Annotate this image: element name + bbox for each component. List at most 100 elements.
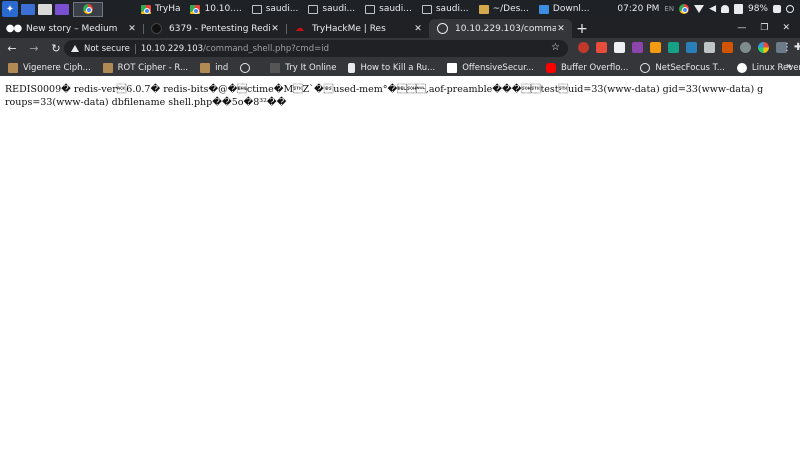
- taskbar-task[interactable]: saudi...: [248, 0, 305, 18]
- taskbar-task[interactable]: ~/Des...: [475, 0, 535, 18]
- download-icon: [538, 4, 549, 14]
- bookmark-item[interactable]: OffensiveSecur...: [447, 62, 534, 73]
- bookmarks-bar: Vigenere Ciph... ROT Cipher - R... ind T…: [0, 59, 800, 76]
- bookmark-icon: [200, 62, 211, 73]
- address-bar[interactable]: Not secure 10.10.229.103 /command_shell.…: [64, 40, 568, 57]
- bookmark-item[interactable]: Buffer Overflo...: [545, 62, 628, 73]
- taskbar-task[interactable]: 10.10....: [186, 0, 247, 18]
- bookmark-star-icon[interactable]: ☆: [551, 42, 560, 53]
- window-icon: [421, 4, 432, 14]
- extensions-area: ✚: [578, 42, 800, 53]
- taskbar-task[interactable]: saudi...: [361, 0, 418, 18]
- chrome-icon: [83, 4, 93, 14]
- window-icon: [308, 4, 319, 14]
- bookmark-item[interactable]: Vigenere Ciph...: [8, 62, 91, 73]
- extension-icon[interactable]: [722, 42, 733, 53]
- globe-icon: [640, 62, 651, 73]
- active-window-button[interactable]: [73, 1, 103, 17]
- youtube-icon: [545, 62, 556, 73]
- menu-icon[interactable]: ⋮: [782, 42, 792, 53]
- tryhackme-icon: ☁: [295, 23, 304, 34]
- taskbar-task[interactable]: saudi...: [418, 0, 475, 18]
- taskbar-task[interactable]: Downl...: [535, 0, 596, 18]
- medium-icon: ●●: [5, 23, 22, 34]
- taskbar-task[interactable]: TryHa: [137, 0, 186, 18]
- url-path: /command_shell.php?cmd=id: [203, 43, 329, 54]
- taskbar-task[interactable]: saudi...: [304, 0, 361, 18]
- bookmark-icon: [8, 62, 18, 73]
- power-icon[interactable]: [786, 5, 794, 13]
- globe-icon: [437, 23, 448, 34]
- chrome-icon: [190, 4, 201, 14]
- lock-icon[interactable]: [773, 5, 781, 13]
- minimize-icon[interactable]: —: [737, 23, 746, 33]
- tab-redis[interactable]: 6379 - Pentesting Redis ✕: [143, 19, 286, 38]
- keyboard-layout[interactable]: EN: [664, 5, 674, 13]
- tab-command-shell[interactable]: 10.10.229.103/command_shell ✕: [429, 19, 572, 38]
- desktop-icon[interactable]: [21, 3, 35, 15]
- volume-icon[interactable]: ◀: [709, 4, 716, 14]
- extension-icon[interactable]: [614, 42, 625, 53]
- extension-icon[interactable]: [686, 42, 697, 53]
- tab-label: New story – Medium: [26, 23, 118, 34]
- bookmark-item[interactable]: NetSecFocus T...: [640, 62, 725, 73]
- bookmark-item[interactable]: How to Kill a Ru...: [348, 62, 435, 73]
- page-content: REDIS0009� redis-ver6.0.7� redis-bits�@…: [0, 76, 800, 449]
- extension-icon[interactable]: [704, 42, 715, 53]
- taskbar-tasks: TryHa 10.10.... saudi... saudi... saudi.…: [137, 0, 595, 18]
- file-manager-icon[interactable]: [38, 3, 52, 15]
- bookmark-item[interactable]: [240, 62, 251, 73]
- clock[interactable]: 07:20 PM: [617, 4, 659, 14]
- security-indicator[interactable]: Not secure: [84, 44, 130, 54]
- bookmark-item[interactable]: ind: [200, 62, 228, 73]
- window-controls: — ❐ ✕: [737, 18, 800, 38]
- extension-icon[interactable]: [632, 42, 643, 53]
- reload-button[interactable]: ↻: [46, 39, 66, 59]
- extension-icon[interactable]: [578, 42, 589, 53]
- tab-tryhackme[interactable]: ☁ TryHackMe | Res ✕: [286, 19, 429, 38]
- bookmarks-overflow-button[interactable]: »: [786, 61, 792, 72]
- puzzle-icon[interactable]: ✚: [794, 42, 800, 53]
- extension-icon[interactable]: [668, 42, 679, 53]
- new-tab-button[interactable]: +: [572, 19, 592, 38]
- chrome-tray-icon[interactable]: [679, 4, 690, 14]
- bookmark-icon: [102, 62, 113, 73]
- warning-icon[interactable]: [71, 45, 79, 52]
- window-icon: [251, 4, 262, 14]
- wifi-icon[interactable]: [694, 5, 705, 13]
- offsec-icon: [447, 62, 458, 73]
- extension-icon[interactable]: [758, 42, 769, 53]
- browser-tab-strip: ●● New story – Medium ✕ 6379 - Pentestin…: [0, 18, 800, 38]
- tab-label: 6379 - Pentesting Redis: [169, 23, 270, 34]
- maximize-icon[interactable]: ❐: [760, 23, 768, 33]
- globe-icon: [240, 62, 251, 73]
- terminal-icon[interactable]: [55, 3, 69, 15]
- quick-launch: [21, 3, 69, 15]
- tab-medium[interactable]: ●● New story – Medium ✕: [0, 19, 143, 38]
- forward-button[interactable]: →: [24, 39, 44, 59]
- redis-icon: [151, 23, 162, 34]
- bookmark-item[interactable]: Try It Online: [270, 62, 336, 73]
- os-taskbar: ✦ TryHa 10.10.... saudi... saudi... saud…: [0, 0, 800, 18]
- close-icon[interactable]: ✕: [270, 24, 280, 34]
- close-window-icon[interactable]: ✕: [782, 23, 790, 33]
- command-output: REDIS0009� redis-ver6.0.7� redis-bits�@…: [5, 84, 764, 108]
- folder-icon: [478, 4, 489, 14]
- lock-icon: [348, 62, 356, 73]
- notification-icon[interactable]: [720, 5, 729, 13]
- battery-level: 98%: [747, 4, 768, 14]
- close-icon[interactable]: ✕: [413, 24, 423, 34]
- extension-icon[interactable]: [596, 42, 607, 53]
- back-button[interactable]: ←: [2, 39, 22, 59]
- close-icon[interactable]: ✕: [556, 24, 566, 34]
- close-icon[interactable]: ✕: [127, 24, 137, 34]
- tab-label: TryHackMe | Res: [312, 23, 386, 34]
- chrome-icon: [141, 4, 151, 14]
- url-host: 10.10.229.103: [140, 43, 204, 54]
- bookmark-item[interactable]: ROT Cipher - R...: [102, 62, 188, 73]
- extension-icon[interactable]: [650, 42, 661, 53]
- battery-icon: [733, 4, 743, 14]
- extension-icon[interactable]: [740, 42, 751, 53]
- system-tray: 07:20 PM EN ◀ 98%: [617, 0, 800, 18]
- start-menu-icon[interactable]: ✦: [2, 1, 18, 17]
